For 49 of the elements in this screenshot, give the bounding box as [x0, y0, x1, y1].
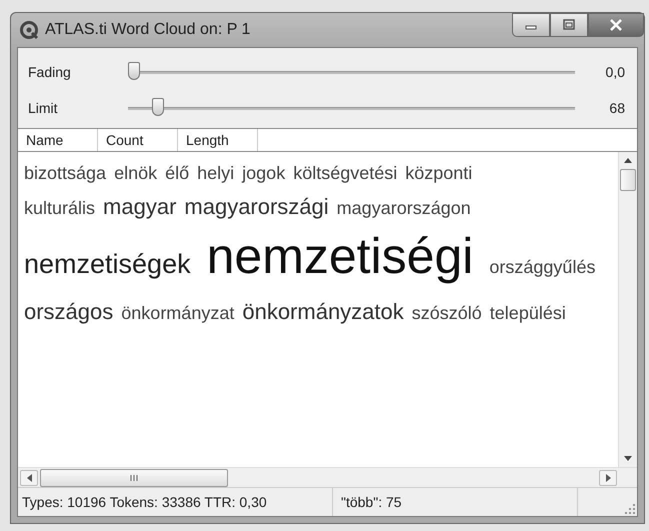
minimize-button[interactable]: [512, 13, 550, 37]
cloud-word[interactable]: nemzetiségek: [24, 233, 191, 295]
status-text: "több": 75: [341, 494, 402, 510]
cloud-word[interactable]: bizottsága: [24, 156, 106, 190]
cloud-word[interactable]: költségvetési: [293, 156, 398, 190]
window-title: ATLAS.ti Word Cloud on: P 1: [45, 21, 250, 39]
status-text: Types: 10196 Tokens: 33386 TTR: 0,30: [22, 494, 267, 510]
horizontal-scrollbar[interactable]: [18, 467, 637, 487]
scroll-down-icon[interactable]: [624, 456, 632, 461]
column-header[interactable]: Length: [178, 129, 258, 151]
right-arrow-icon: [606, 474, 610, 482]
cloud-word[interactable]: elnök: [114, 156, 158, 190]
scrollbar-thumb[interactable]: [620, 169, 636, 191]
cloud-word[interactable]: jogok: [242, 156, 286, 190]
cloud-word[interactable]: szószóló: [412, 296, 482, 330]
left-arrow-icon: [26, 474, 32, 482]
cloud-word[interactable]: központi: [405, 156, 472, 190]
close-button[interactable]: [588, 13, 644, 37]
cloud-word[interactable]: nemzetiségi: [198, 225, 482, 287]
slider-label: Fading: [27, 64, 72, 80]
cloud-word[interactable]: országos: [24, 295, 114, 329]
maximize-icon: [562, 19, 576, 31]
cloud-word[interactable]: országgyűlés: [489, 250, 596, 284]
scroll-up-icon[interactable]: [624, 158, 632, 163]
column-header[interactable]: Name: [18, 129, 98, 151]
cloud-word[interactable]: települési: [490, 296, 566, 330]
scroll-right-button[interactable]: [599, 470, 617, 486]
cloud-word[interactable]: kulturális: [24, 191, 96, 225]
slider-value: 0,0: [604, 64, 626, 80]
column-header[interactable]: Count: [98, 129, 178, 151]
slider-value: 68: [608, 100, 626, 116]
scroll-left-button[interactable]: [20, 470, 38, 486]
maximize-button[interactable]: [550, 13, 588, 37]
close-icon: [608, 19, 624, 31]
cloud-word[interactable]: helyi: [197, 156, 234, 190]
cloud-word[interactable]: élő: [165, 156, 190, 190]
cloud-word[interactable]: önkormányzatok: [242, 295, 404, 329]
slider-label: Limit: [27, 100, 59, 116]
vertical-scrollbar[interactable]: [618, 152, 637, 467]
grip-icon: [129, 474, 139, 482]
cloud-word[interactable]: magyar: [103, 190, 176, 224]
slider-thumb[interactable]: [152, 98, 164, 116]
cloud-word[interactable]: magyarországon: [336, 191, 471, 225]
app-logo-icon: [19, 20, 39, 40]
cloud-word[interactable]: magyarországi: [184, 190, 329, 224]
scrollbar-thumb[interactable]: [40, 468, 228, 486]
slider-thumb[interactable]: [128, 62, 140, 80]
cloud-word[interactable]: önkormányzat: [121, 296, 234, 330]
resize-grip-icon: [625, 504, 635, 514]
